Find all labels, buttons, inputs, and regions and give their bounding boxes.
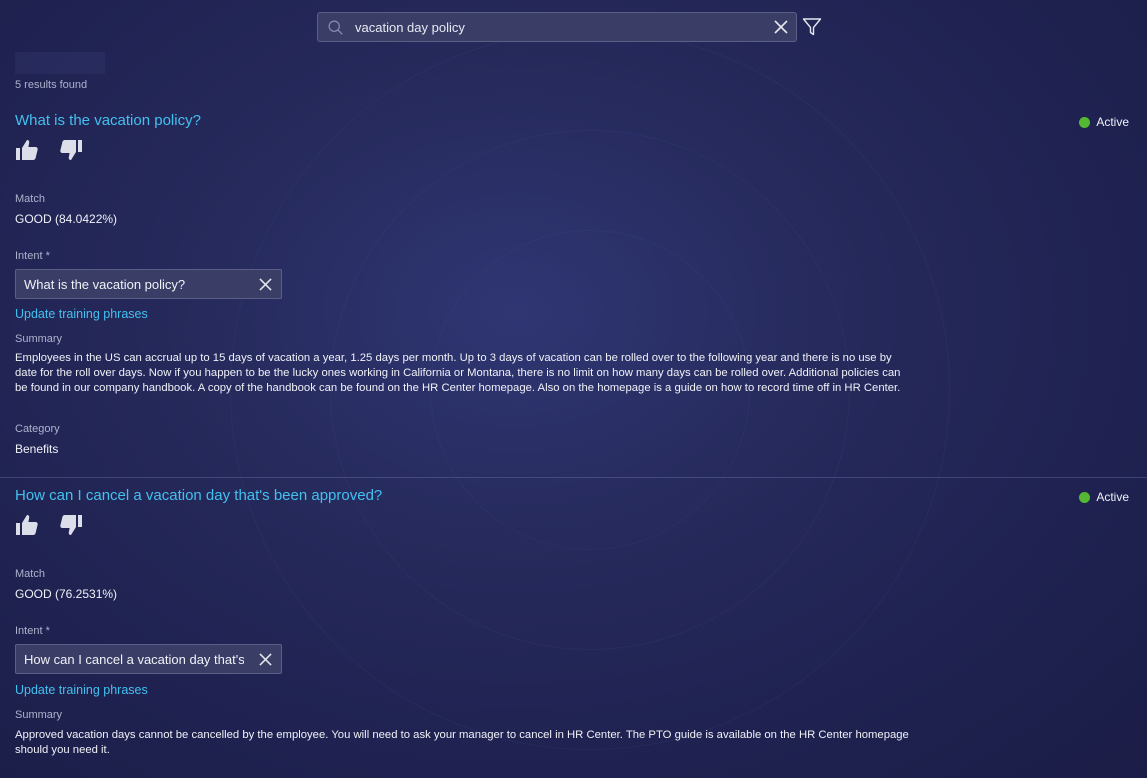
match-value: GOOD (76.2531%) [15, 587, 118, 601]
thumbs-up-icon[interactable] [15, 513, 39, 537]
close-icon[interactable] [259, 653, 272, 666]
match-label: Match [15, 193, 45, 205]
search-input[interactable] [355, 13, 755, 41]
thumbs-up-icon[interactable] [15, 138, 39, 162]
update-training-phrases-link[interactable]: Update training phrases [15, 307, 148, 321]
summary-text: Employees in the US can accrual up to 15… [15, 352, 901, 394]
close-icon[interactable] [259, 278, 272, 291]
faded-tab [15, 52, 105, 74]
result-item: How can I cancel a vacation day that's b… [0, 487, 1147, 778]
search-icon [328, 20, 343, 35]
result-title[interactable]: How can I cancel a vacation day that's b… [15, 487, 382, 504]
result-item: What is the vacation policy? Active Matc… [0, 112, 1147, 472]
intent-label: Intent * [15, 625, 50, 637]
search-bar[interactable] [317, 12, 797, 42]
category-value: Benefits [15, 442, 59, 456]
status-dot-icon [1079, 116, 1091, 128]
intent-field[interactable] [15, 644, 282, 674]
summary-text: Approved vacation days cannot be cancell… [15, 729, 909, 756]
category-label: Category [15, 423, 60, 435]
intent-input[interactable] [24, 645, 244, 673]
intent-label: Intent * [15, 250, 50, 262]
filter-icon[interactable] [802, 17, 822, 37]
thumbs-down-icon[interactable] [59, 138, 83, 162]
close-icon[interactable] [774, 20, 788, 34]
match-value: GOOD (84.0422%) [15, 212, 118, 226]
status-label: Active [1096, 115, 1129, 129]
result-title[interactable]: What is the vacation policy? [15, 112, 201, 129]
results-count: 5 results found [15, 79, 88, 91]
intent-input[interactable] [24, 270, 244, 298]
match-label: Match [15, 568, 45, 580]
divider [0, 477, 1147, 478]
status-dot-icon [1079, 491, 1091, 503]
status-badge: Active [1079, 490, 1129, 504]
update-training-phrases-link[interactable]: Update training phrases [15, 683, 148, 697]
status-badge: Active [1079, 115, 1129, 129]
summary-label: Summary [15, 709, 63, 721]
thumbs-down-icon[interactable] [59, 513, 83, 537]
intent-field[interactable] [15, 269, 282, 299]
summary-label: Summary [15, 333, 63, 345]
status-label: Active [1096, 490, 1129, 504]
